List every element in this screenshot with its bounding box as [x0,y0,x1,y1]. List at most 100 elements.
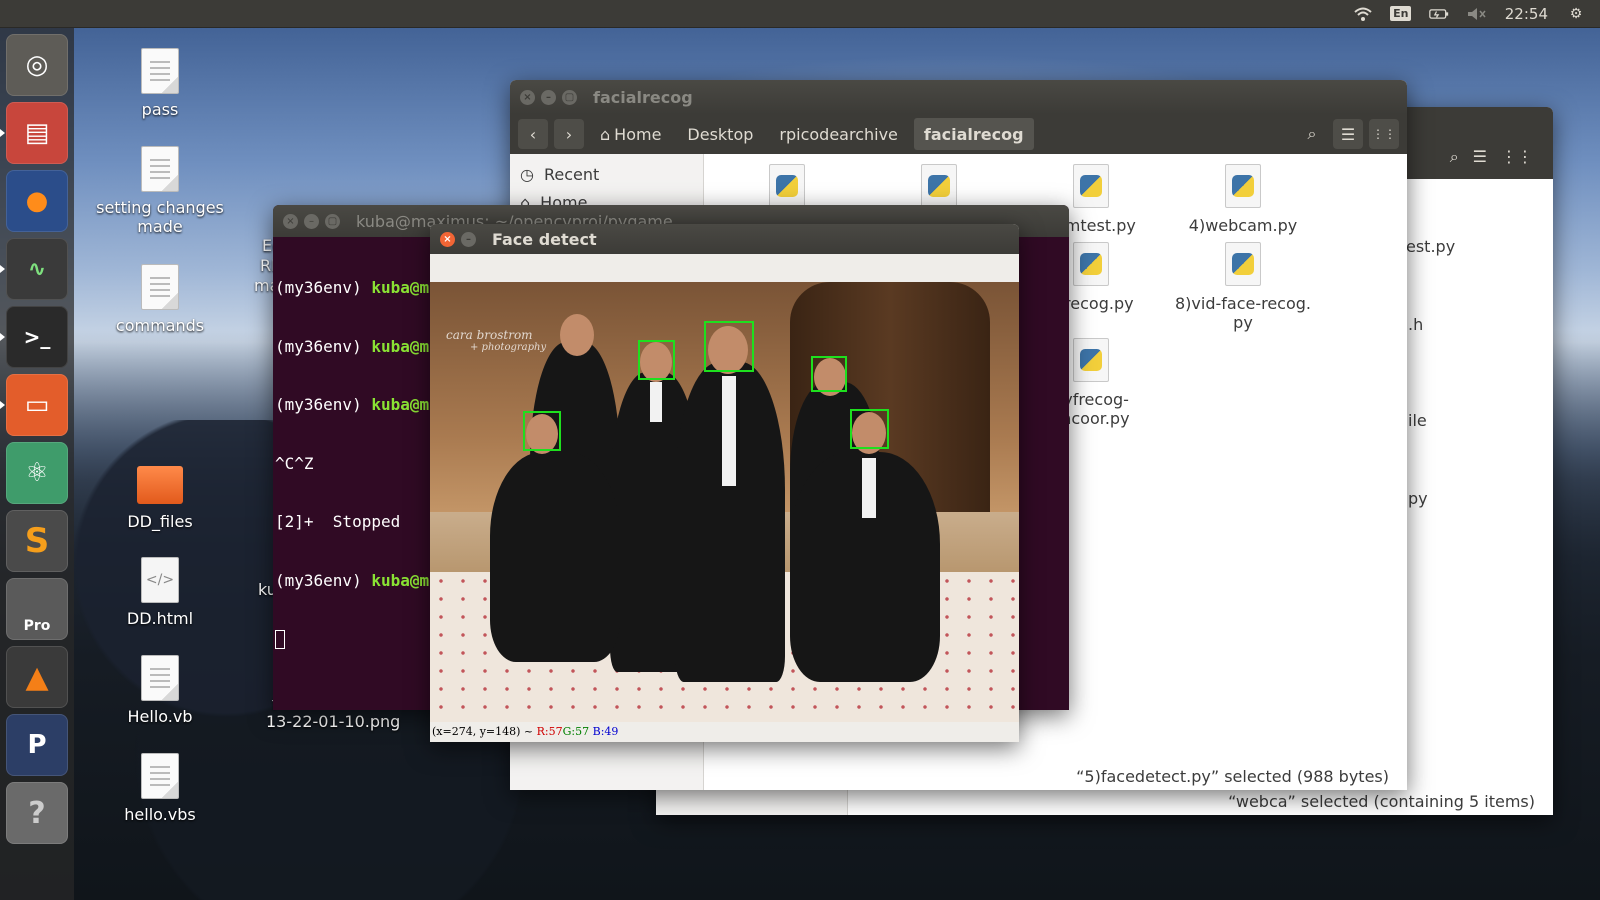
maximize-icon[interactable]: ▢ [325,213,340,229]
file-label[interactable]: ile [1408,411,1427,430]
grid-view-icon[interactable]: ⋮⋮ [1501,147,1533,167]
search-icon[interactable]: ⌕ [1450,147,1459,167]
google-earth-pro-icon[interactable]: Pro [6,578,68,640]
detection-image[interactable]: cara brostrom + photography [430,282,1019,722]
image-toolbar [430,254,1019,282]
breadcrumb-desktop[interactable]: Desktop [677,118,763,150]
close-icon[interactable]: × [440,231,455,247]
list-view-icon[interactable]: ☰ [1473,147,1487,167]
text-file-icon [141,753,179,799]
desktop-file-label: DD_files [127,512,193,531]
python-file[interactable]: 4)webcam.py [1173,164,1313,235]
maximize-icon[interactable]: ▢ [562,89,577,105]
settings-gear-icon[interactable]: ⚙ [1566,5,1586,23]
green-value: G:57 [562,725,590,738]
clock-icon: ◷ [520,164,534,184]
status-bar: “webca” selected (containing 5 items) [1228,792,1535,811]
breadcrumb-label: Home [614,124,662,144]
desktop-file-dd-html[interactable]: </> DD.html [90,557,230,628]
text-file-icon [141,655,179,701]
firefox-icon[interactable]: ● [6,170,68,232]
desktop-file-label: commands [115,316,205,335]
desktop-file-label: pass [141,100,179,119]
minimize-icon[interactable]: – [461,231,476,247]
back-arrow-icon[interactable]: ‹ [518,119,548,149]
lang-badge: En [1390,6,1412,21]
window-title: facialrecog [593,87,693,107]
pixel-readout-status: (x=274, y=148) ~ R:57G:57 B:49 [430,722,1019,742]
keyboard-layout-icon[interactable]: En [1390,5,1412,23]
file-label: 4)webcam.py [1188,216,1298,235]
window-titlebar[interactable]: × – Face detect [430,224,1019,254]
desktop-folder-dd-files[interactable]: DD_files [90,458,230,531]
top-panel: En 22:54 ⚙ [0,0,1600,28]
desktop-file-pass[interactable]: pass [90,48,230,119]
breadcrumb-home[interactable]: ⌂ Home [590,118,671,150]
terminal-icon[interactable]: >_ [0,306,68,368]
text-file-icon [141,146,179,192]
desktop-file-hello-vb[interactable]: Hello.vb [90,655,230,726]
folder-icon [137,466,183,504]
close-icon[interactable]: × [283,213,298,229]
desktop-file-label: hello.vbs [124,805,196,824]
breadcrumb-facialrecog[interactable]: facialrecog [913,118,1034,150]
sublime-text-icon[interactable]: S [6,510,68,572]
photo-watermark: cara brostrom [446,328,533,342]
system-monitor-icon[interactable]: ∿ [0,238,68,300]
forward-arrow-icon[interactable]: › [554,119,584,149]
partial-desktop-label: 13-22-01-10.png [266,712,401,731]
python-file-icon [921,164,957,208]
volume-muted-icon[interactable] [1467,5,1487,23]
html-file-icon: </> [141,557,179,603]
terminal-cursor [275,630,285,649]
face-detection-box [811,356,847,392]
desktop-file-label: DD.html [126,609,194,628]
files-folder-icon[interactable]: ▭ [0,374,68,436]
vlc-icon[interactable]: ▲ [6,646,68,708]
face-detect-window[interactable]: × – Face detect cara brostrom + photogra… [430,224,1019,742]
text-file-icon [141,48,179,94]
grid-view-icon[interactable]: ⋮⋮ [1369,119,1399,149]
breadcrumb-rpicodearchive[interactable]: rpicodearchive [769,118,908,150]
home-icon: ⌂ [600,124,611,144]
face-detection-box [850,409,889,449]
sidebar-item-recent[interactable]: ◷ Recent [510,160,703,188]
list-view-icon[interactable]: ☰ [1333,119,1363,149]
python-file-icon [1073,164,1109,208]
search-icon[interactable]: ⌕ [1297,119,1327,149]
window-titlebar[interactable]: × – ▢ facialrecog [510,80,1407,114]
desktop-file-hello-vbs[interactable]: hello.vbs [90,753,230,824]
file-label: 8)vid-face-recog. py [1174,294,1311,332]
sidebar-item-label: Recent [543,164,600,184]
desktop-file-commands[interactable]: commands [90,264,230,335]
desktop-file-setting-changes[interactable]: setting changes made [90,146,230,236]
text-file-icon [141,264,179,310]
clock[interactable]: 22:54 [1505,5,1548,23]
launcher: ◎ ▤ ● ∿ >_ ▭ ⚛ S Pro ▲ P ? [0,28,74,900]
window-title: Face detect [492,229,597,249]
person-shirt [722,376,736,486]
python-file-icon [1225,242,1261,286]
file-cabinet-icon[interactable]: ▤ [0,102,68,164]
file-label[interactable]: py [1408,489,1428,508]
ubuntu-dash-icon[interactable]: ◎ [6,34,68,96]
desktop-file-label: Hello.vb [127,707,193,726]
stacked-apps-icon[interactable]: P [6,714,68,776]
face-detection-box [523,411,561,451]
python-file[interactable]: 8)vid-face-recog. py [1173,242,1313,332]
atom-icon[interactable]: ⚛ [6,442,68,504]
close-icon[interactable]: × [520,89,535,105]
face-detection-box [704,321,754,372]
minimize-icon[interactable]: – [304,213,319,229]
file-label[interactable]: .h [1408,315,1423,334]
help-icon[interactable]: ? [6,782,68,844]
minimize-icon[interactable]: – [541,89,556,105]
battery-icon[interactable] [1428,5,1449,23]
person-shirt [862,458,876,518]
status-bar: “5)facedetect.py” selected (988 bytes) [1076,767,1389,786]
python-file-icon [1225,164,1261,208]
wifi-icon[interactable] [1353,5,1373,23]
file-label[interactable]: est.py [1406,237,1455,256]
cursor-coords: (x=274, y=148) ~ [432,725,537,738]
photo-watermark-sub: + photography [470,342,547,353]
